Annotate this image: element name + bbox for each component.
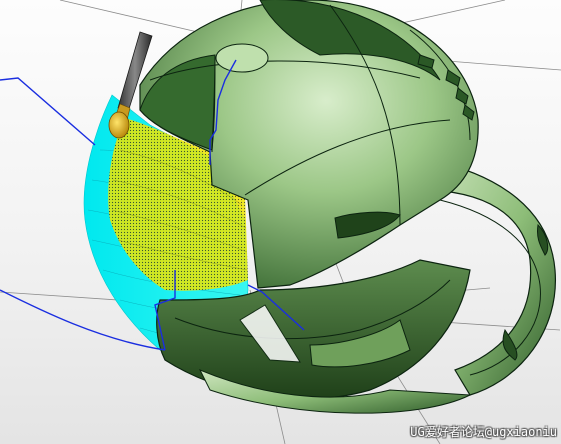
cam-toolpath-scene[interactable] [0,0,561,444]
cad-graphics-viewport[interactable]: UG爱好者论坛@ugxiaoniu [0,0,561,444]
forum-watermark: UG爱好者论坛@ugxiaoniu [410,425,557,439]
